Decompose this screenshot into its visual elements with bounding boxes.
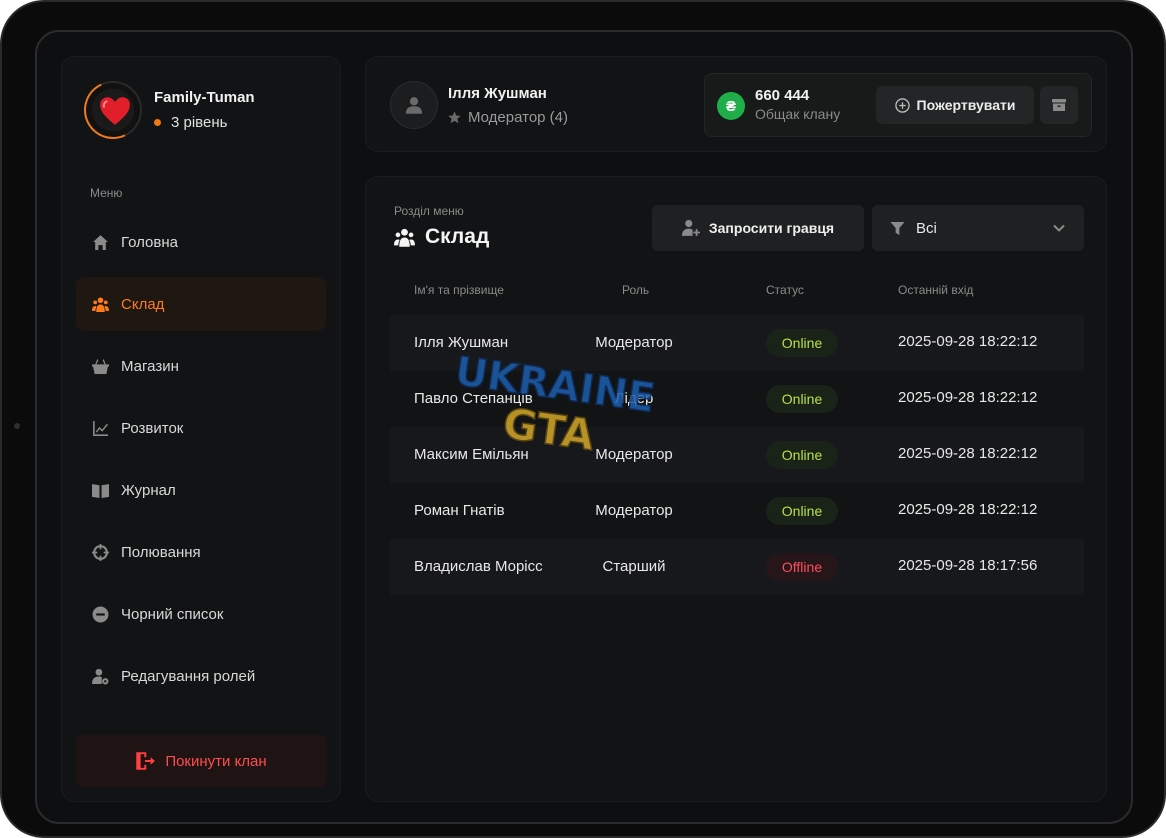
sidebar-item-label: Магазин [121,357,179,375]
member-role-text: Модератор [595,446,673,463]
table-row[interactable]: Роман Гнатів Модератор Online 2025-09-28… [390,483,1084,539]
exit-door-icon [136,752,156,770]
sidebar-item-roster[interactable]: Склад [76,277,326,331]
clan-wallet: ₴ 660 444 Общак клану Пожертвувати [704,73,1092,137]
user-plus-icon [681,219,700,236]
section-label: Розділ меню [394,204,464,218]
last-login: 2025-09-28 18:17:56 [898,557,1038,574]
table-header: Ім'я та прізвище Роль Статус Останній вх… [390,283,1084,303]
menu-title: Меню [90,186,123,200]
column-name: Ім'я та прізвище [414,283,504,297]
page-title-text: Склад [425,225,490,248]
sidebar-item-label: Розвиток [121,419,184,437]
leave-clan-button[interactable]: Покинути клан [76,735,326,787]
column-last-login: Останній вхід [898,283,974,297]
member-role-text: Старший [602,558,666,575]
level-dot-icon [154,119,161,126]
app-screen: Family-Tuman 3 рівень Меню Головна Склад [35,30,1133,824]
device-frame: Family-Tuman 3 рівень Меню Головна Склад [0,0,1166,838]
sidebar-item-blacklist[interactable]: Чорний список [76,587,326,641]
clan-name: Family-Tuman [154,89,255,106]
sidebar-item-shop[interactable]: Магазин [76,339,326,393]
chevron-down-icon [1053,224,1065,232]
sidebar-item-journal[interactable]: Журнал [76,463,326,517]
table-row[interactable]: Ілля Жушман Модератор Online 2025-09-28 … [390,315,1084,371]
last-login: 2025-09-28 18:22:12 [898,445,1038,462]
invite-label: Запросити гравця [708,220,835,236]
camera-dot [14,423,20,429]
clan-level-text: 3 рівень [171,114,228,131]
clan-level: 3 рівень [154,114,255,131]
page-title: Склад [394,225,489,249]
sidebar-item-label: Склад [121,295,165,313]
member-name: Владислав Морісс [414,558,543,575]
user-role: Модератор (4) [448,109,568,126]
invite-player-button[interactable]: Запросити гравця [652,205,864,251]
hryvnia-coin-icon: ₴ [717,92,745,120]
wallet-label: Общак клану [755,106,841,122]
column-status: Статус [766,283,804,297]
user-avatar [390,81,438,129]
wallet-balance: 660 444 [755,87,810,104]
ban-icon [92,606,109,622]
sidebar-menu: Головна Склад Магазин Розвиток Журнал По… [76,215,326,711]
sidebar-item-hunting[interactable]: Полювання [76,525,326,579]
member-name: Павло Степанців [414,390,533,407]
book-icon [92,483,109,498]
user-gear-icon [92,668,109,684]
sidebar-item-label: Редагування ролей [121,667,256,685]
sidebar-item-home[interactable]: Головна [76,215,326,269]
member-role-text: Модератор [595,334,673,351]
withdraw-button[interactable] [1040,86,1078,124]
plus-circle-icon [894,97,910,113]
member-name: Роман Гнатів [414,502,505,519]
archive-box-icon [1052,99,1066,111]
status-badge: Online [766,497,838,525]
status-badge: Online [766,329,838,357]
status-badge: Online [766,385,838,413]
users-icon [92,296,109,312]
user-icon [405,97,423,114]
donate-label: Пожертвувати [916,97,1016,113]
roster-panel: Розділ меню Склад Запросити гравця Всі І… [365,176,1107,802]
users-icon [394,228,415,247]
status-badge: Offline [766,553,838,581]
sidebar-item-label: Полювання [121,543,201,561]
chart-icon [93,420,108,436]
profile-header: Ілля Жушман Модератор (4) ₴ 660 444 Обща… [365,56,1107,152]
filter-value: Всі [916,219,937,237]
status-filter-select[interactable]: Всі [872,205,1084,251]
filter-icon [890,221,905,235]
table-row[interactable]: Максим Емільян Модератор Online 2025-09-… [390,427,1084,483]
last-login: 2025-09-28 18:22:12 [898,501,1038,518]
home-icon [93,234,108,250]
members-table: Ілля Жушман Модератор Online 2025-09-28 … [390,315,1084,595]
clan-avatar [84,81,142,139]
member-role-text: Модератор [595,502,673,519]
table-row[interactable]: Павло Степанців Лідер Online 2025-09-28 … [390,371,1084,427]
sidebar-item-development[interactable]: Розвиток [76,401,326,455]
table-row[interactable]: Владислав Морісс Старший Offline 2025-09… [390,539,1084,595]
sidebar-item-edit-roles[interactable]: Редагування ролей [76,649,326,703]
sidebar-item-label: Чорний список [121,605,224,623]
user-role-text: Модератор (4) [468,109,569,126]
member-name: Ілля Жушман [414,334,509,351]
sidebar: Family-Tuman 3 рівень Меню Головна Склад [61,56,341,802]
basket-icon [92,358,109,374]
member-role-text: Лідер [614,390,654,407]
leave-clan-label: Покинути клан [165,752,267,770]
clan-card: Family-Tuman 3 рівень [84,81,255,139]
last-login: 2025-09-28 18:22:12 [898,389,1038,406]
last-login: 2025-09-28 18:22:12 [898,333,1038,350]
heart-icon [100,97,130,125]
sidebar-item-label: Журнал [121,481,176,499]
column-role: Роль [622,283,650,297]
member-name: Максим Емільян [414,446,529,463]
donate-button[interactable]: Пожертвувати [876,86,1034,124]
status-badge: Online [766,441,838,469]
sidebar-item-label: Головна [121,233,178,251]
user-name: Ілля Жушман [448,85,547,102]
star-icon [448,111,461,124]
crosshair-icon [92,543,109,561]
